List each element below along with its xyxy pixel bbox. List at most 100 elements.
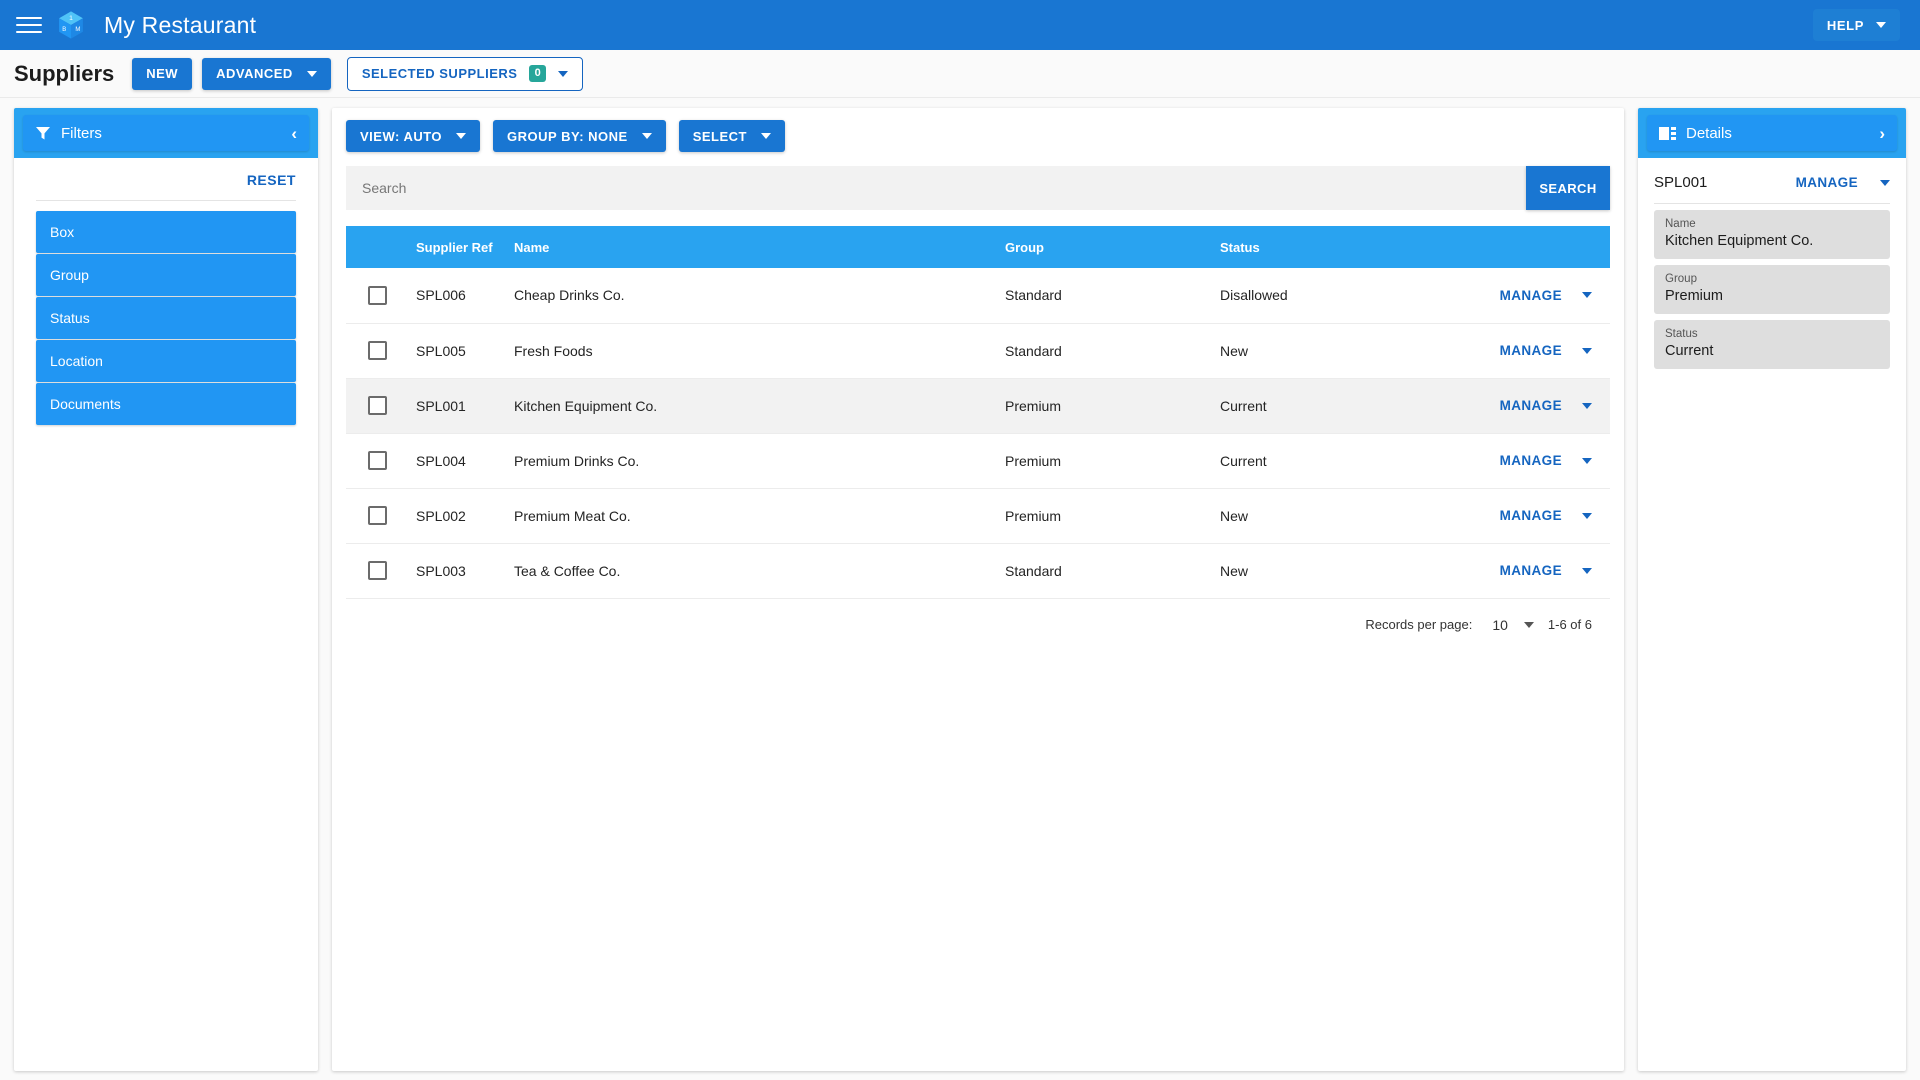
chevron-down-icon [306, 70, 317, 77]
table-row[interactable]: SPL004 Premium Drinks Co. Premium Curren… [346, 433, 1610, 489]
filter-item-location[interactable]: Location [36, 340, 296, 382]
chevron-down-icon [761, 133, 771, 139]
selected-suppliers-button[interactable]: SELECTED SUPPLIERS 0 [346, 56, 584, 91]
funnel-icon [36, 127, 50, 140]
group-by-button[interactable]: GROUP BY: NONE [493, 120, 666, 152]
cell-name: Premium Drinks Co. [506, 433, 997, 489]
chevron-down-icon[interactable] [1582, 292, 1592, 299]
row-checkbox-cell [346, 323, 408, 379]
suppliers-table: Supplier Ref Name Group Status SPL006 Ch… [346, 226, 1610, 599]
cell-supplier-ref: SPL001 [408, 378, 506, 434]
cube-logo-icon[interactable]: 1 B M [54, 8, 88, 42]
cell-status: Current [1212, 433, 1462, 489]
chevron-left-icon[interactable]: ‹ [291, 125, 297, 142]
filters-panel-header: Filters ‹ [14, 108, 318, 158]
search-input[interactable] [346, 166, 1526, 210]
cell-name: Fresh Foods [506, 323, 997, 379]
table-body: SPL006 Cheap Drinks Co. Standard Disallo… [346, 268, 1610, 599]
row-checkbox-cell [346, 268, 408, 324]
pagination-range: 1-6 of 6 [1547, 617, 1592, 632]
chevron-down-icon[interactable] [1880, 179, 1890, 186]
row-checkbox[interactable] [368, 451, 387, 470]
chevron-down-icon[interactable] [1582, 402, 1592, 409]
row-checkbox[interactable] [368, 561, 387, 580]
cell-status: Disallowed [1212, 268, 1462, 324]
cell-group: Premium [997, 378, 1212, 434]
filters-panel-header-bar: Filters ‹ [23, 115, 309, 151]
column-header-supplier-ref[interactable]: Supplier Ref [408, 226, 506, 268]
chevron-right-icon[interactable]: › [1879, 125, 1885, 142]
new-button-label: NEW [146, 66, 179, 81]
hamburger-bar [16, 31, 42, 33]
table-header-row: Supplier Ref Name Group Status [346, 226, 1610, 268]
cell-supplier-ref: SPL003 [408, 543, 506, 599]
filter-item-box[interactable]: Box [36, 211, 296, 253]
records-per-page-value[interactable]: 10 [1492, 617, 1508, 633]
chevron-down-icon [456, 133, 467, 139]
cell-name: Kitchen Equipment Co. [506, 378, 997, 434]
table-toolbar: VIEW: AUTO GROUP BY: NONE SELECT [346, 120, 1610, 152]
column-header-name[interactable]: Name [506, 226, 997, 268]
table-row[interactable]: SPL002 Premium Meat Co. Premium New MANA… [346, 488, 1610, 544]
chevron-down-icon[interactable] [1523, 621, 1534, 628]
row-checkbox[interactable] [368, 506, 387, 525]
sub-header: Suppliers NEW ADVANCED SELECTED SUPPLIER… [0, 50, 1920, 98]
chevron-down-icon[interactable] [1582, 457, 1592, 464]
hamburger-bar [16, 17, 42, 19]
column-header-status[interactable]: Status [1212, 226, 1462, 268]
svg-text:B: B [62, 27, 66, 33]
hamburger-menu-icon[interactable] [14, 10, 44, 40]
details-title: Details [1686, 124, 1732, 142]
cell-name: Tea & Coffee Co. [506, 543, 997, 599]
cell-name: Cheap Drinks Co. [506, 268, 997, 324]
chevron-down-icon[interactable] [1582, 512, 1592, 519]
cell-supplier-ref: SPL002 [408, 488, 506, 544]
table-row[interactable]: SPL001 Kitchen Equipment Co. Premium Cur… [346, 378, 1610, 434]
details-panel-header-bar: Details › [1647, 115, 1897, 151]
manage-link[interactable]: MANAGE [1500, 288, 1562, 303]
chevron-down-icon[interactable] [1582, 567, 1592, 574]
details-panel: Details › SPL001 MANAGE Name Kitchen Equ… [1638, 108, 1906, 1071]
help-button[interactable]: HELP [1812, 9, 1900, 41]
advanced-button[interactable]: ADVANCED [202, 57, 331, 90]
cell-supplier-ref: SPL005 [408, 323, 506, 379]
table-row[interactable]: SPL003 Tea & Coffee Co. Standard New MAN… [346, 543, 1610, 599]
table-header: Supplier Ref Name Group Status [346, 226, 1610, 268]
table-row[interactable]: SPL005 Fresh Foods Standard New MANAGE [346, 323, 1610, 379]
group-by-label: GROUP BY: NONE [507, 128, 628, 144]
view-mode-label: VIEW: AUTO [360, 128, 443, 144]
row-checkbox[interactable] [368, 341, 387, 360]
manage-link[interactable]: MANAGE [1500, 453, 1562, 468]
column-header-group[interactable]: Group [997, 226, 1212, 268]
filter-item-group[interactable]: Group [36, 254, 296, 296]
hamburger-bar [16, 24, 42, 26]
row-checkbox[interactable] [368, 396, 387, 415]
filter-list: Box Group Status Location Documents [14, 201, 318, 425]
cell-supplier-ref: SPL004 [408, 433, 506, 489]
table-row[interactable]: SPL006 Cheap Drinks Co. Standard Disallo… [346, 268, 1610, 324]
search-button[interactable]: SEARCH [1526, 166, 1610, 210]
details-manage-link[interactable]: MANAGE [1796, 175, 1858, 190]
filter-item-documents[interactable]: Documents [36, 383, 296, 425]
manage-link[interactable]: MANAGE [1500, 508, 1562, 523]
manage-link[interactable]: MANAGE [1500, 398, 1562, 413]
manage-link[interactable]: MANAGE [1500, 343, 1562, 358]
column-header-checkbox [346, 226, 408, 268]
view-mode-button[interactable]: VIEW: AUTO [346, 120, 481, 152]
select-button[interactable]: SELECT [678, 120, 785, 152]
search-button-label: SEARCH [1539, 180, 1597, 196]
chevron-down-icon [641, 133, 652, 139]
reset-filters-link[interactable]: RESET [247, 172, 296, 188]
filters-panel: Filters ‹ RESET Box Group Status Locatio… [14, 108, 318, 1071]
manage-link[interactable]: MANAGE [1500, 563, 1562, 578]
advanced-button-label: ADVANCED [216, 66, 293, 81]
filter-item-status[interactable]: Status [36, 297, 296, 339]
chevron-down-icon[interactable] [1582, 347, 1592, 354]
new-button[interactable]: NEW [132, 57, 193, 90]
row-checkbox[interactable] [368, 285, 387, 305]
cell-group: Standard [997, 323, 1212, 379]
filter-item-label: Documents [50, 396, 121, 412]
details-record-ref: SPL001 [1654, 174, 1708, 191]
details-field-status: Status Current [1654, 320, 1890, 369]
chevron-down-icon [558, 70, 569, 77]
